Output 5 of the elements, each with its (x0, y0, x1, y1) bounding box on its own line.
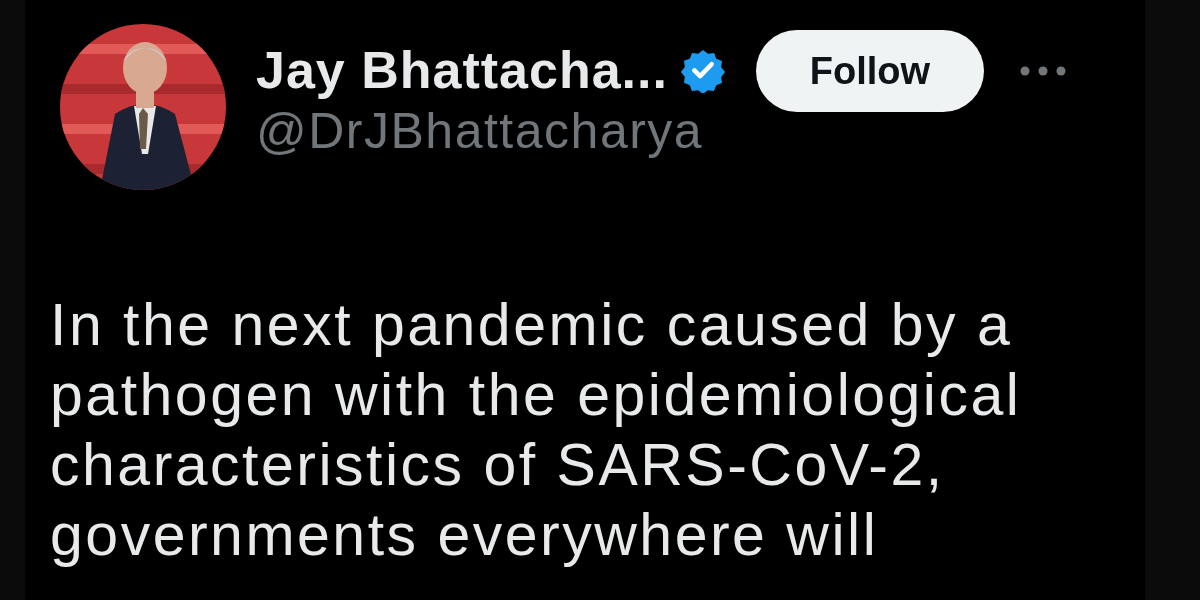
more-icon[interactable] (1019, 66, 1066, 76)
author-name: Jay Bhattacha... (256, 40, 668, 100)
author-handle: @DrJBhattacharya (256, 102, 705, 161)
post-text: In the next pandemic caused by a pathogen with the epidemiological characteristics of SARS-CoV-2, governments everywhere will (50, 291, 1023, 570)
follow-button[interactable]: Follow (755, 30, 984, 112)
